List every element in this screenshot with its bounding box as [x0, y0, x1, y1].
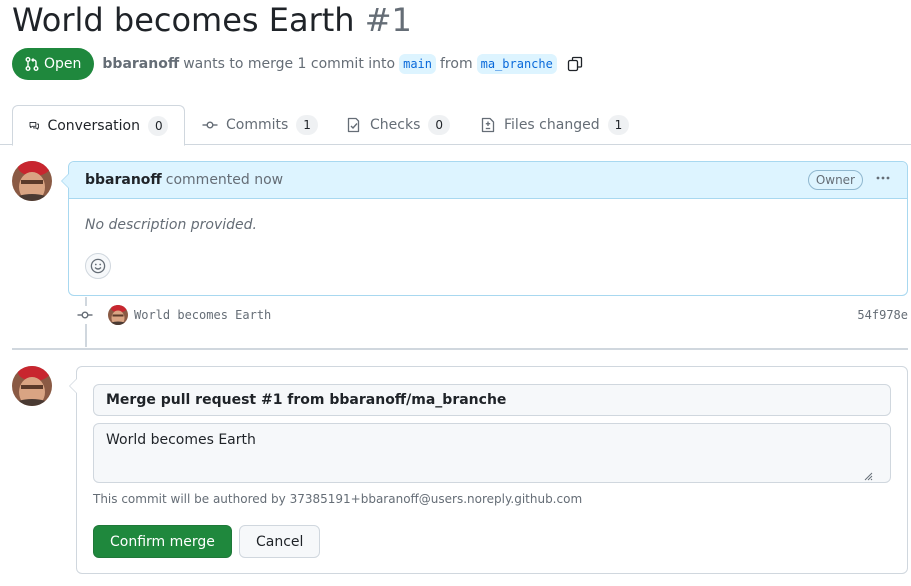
pr-title: World becomes Earth — [12, 1, 355, 39]
tab-label: Commits — [226, 117, 289, 133]
owner-badge: Owner — [807, 170, 863, 190]
pr-number: #1 — [364, 1, 412, 39]
tab-label: Conversation — [47, 117, 140, 134]
head-branch[interactable]: ma_branche — [476, 54, 557, 74]
tab-counter: 0 — [428, 115, 451, 135]
pr-tabs: Conversation 0 Commits 1 Checks 0 Files … — [0, 105, 911, 146]
merge-text: wants to merge 1 commit into — [183, 56, 396, 72]
tab-checks[interactable]: Checks 0 — [330, 105, 466, 145]
comment-box: bbaranoff commented now Owner No descrip… — [61, 161, 908, 296]
tab-counter: 1 — [607, 115, 630, 135]
merge-description-textarea[interactable]: World becomes Earth — [93, 423, 891, 483]
comment-timestamp[interactable]: commented now — [166, 172, 283, 188]
tab-counter: 1 — [296, 115, 318, 135]
tab-files-changed[interactable]: Files changed 1 — [464, 105, 645, 145]
avatar[interactable] — [12, 161, 52, 201]
file-diff-icon — [481, 117, 495, 133]
git-commit-icon — [202, 121, 218, 129]
pr-meta: Open bbaranoff wants to merge 1 commit i… — [12, 48, 583, 80]
comment-body: No description provided. — [85, 217, 257, 233]
cancel-button[interactable]: Cancel — [239, 525, 321, 558]
tab-commits[interactable]: Commits 1 — [186, 105, 334, 145]
commit-sha-link[interactable]: 54f978e — [857, 308, 908, 322]
kebab-horizontal-icon[interactable] — [875, 170, 891, 190]
tab-label: Checks — [370, 117, 421, 133]
add-reaction-button[interactable] — [85, 253, 111, 279]
git-pull-request-icon — [25, 57, 39, 71]
commit-author-note: This commit will be authored by 37385191… — [93, 492, 583, 506]
comment-author-link[interactable]: bbaranoff — [85, 172, 162, 188]
smiley-icon — [90, 258, 106, 274]
confirm-merge-button[interactable]: Confirm merge — [93, 525, 232, 558]
tab-label: Files changed — [504, 117, 600, 133]
checklist-icon — [347, 117, 360, 133]
state-badge: Open — [12, 48, 95, 80]
base-branch[interactable]: main — [399, 54, 436, 74]
resize-grip-icon[interactable] — [863, 471, 873, 481]
comment-header: bbaranoff commented now Owner — [69, 162, 907, 199]
commit-author-avatar[interactable] — [108, 305, 128, 325]
pr-author-link[interactable]: bbaranoff — [102, 56, 179, 72]
from-text: from — [440, 56, 473, 72]
timeline-commit: World becomes Earth 54f978e — [76, 304, 908, 326]
copy-icon[interactable] — [567, 56, 583, 72]
tab-counter: 0 — [148, 115, 168, 136]
merge-title-input[interactable] — [93, 384, 891, 416]
comment-discussion-icon — [29, 121, 39, 130]
tab-conversation[interactable]: Conversation 0 — [12, 105, 185, 146]
page-title: World becomes Earth #1 — [12, 1, 412, 39]
git-commit-icon — [76, 306, 94, 324]
timeline-divider — [12, 348, 908, 350]
avatar[interactable] — [12, 366, 52, 406]
state-label: Open — [44, 56, 82, 72]
merge-form: World becomes Earth This commit will be … — [69, 366, 908, 574]
commit-message-link[interactable]: World becomes Earth — [134, 308, 271, 322]
